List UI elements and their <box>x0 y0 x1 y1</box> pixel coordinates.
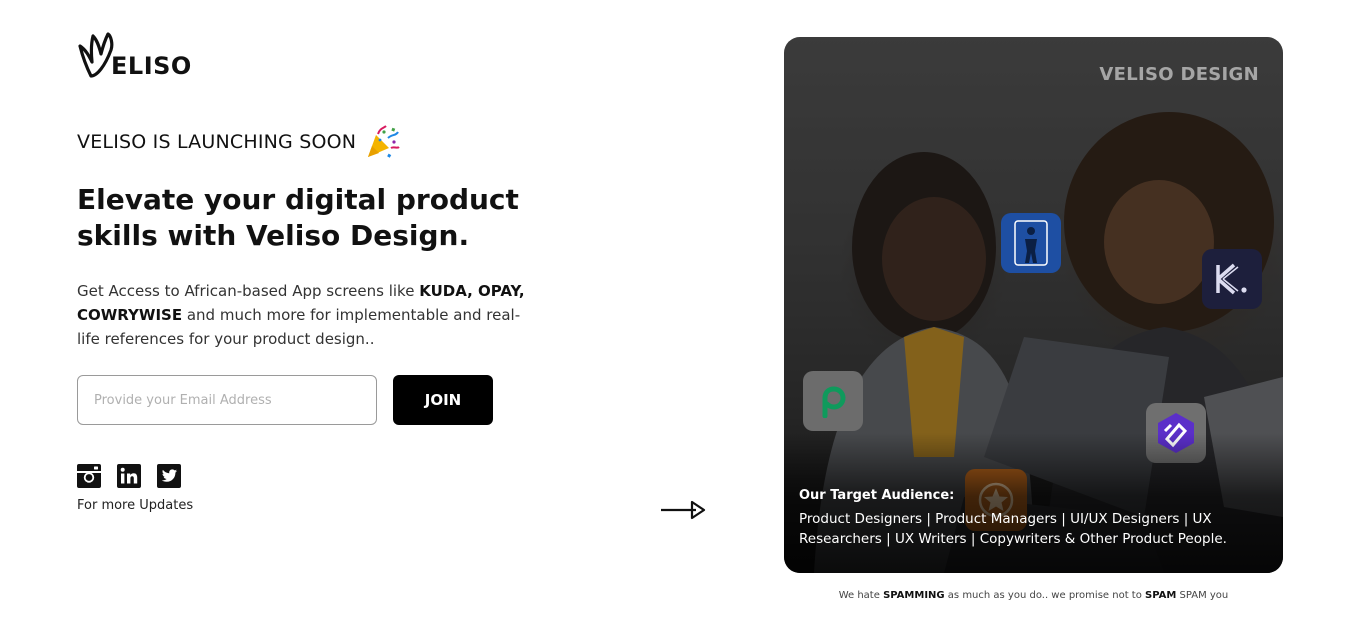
linkedin-icon[interactable] <box>117 464 141 488</box>
email-input[interactable] <box>77 375 377 425</box>
spam-note-bold1: SPAMMING <box>883 590 945 601</box>
spam-note-part2: as much as you do.. we promise not to <box>944 590 1146 601</box>
app-tile-silhouette <box>1001 213 1061 273</box>
veliso-logo[interactable]: ELISO <box>77 32 192 78</box>
spam-note-part1: We hate <box>838 590 884 601</box>
person-silhouette-icon <box>1014 220 1048 266</box>
brand-name: ELISO <box>111 52 192 80</box>
card-brand-mark: VELISO DESIGN <box>1099 64 1259 85</box>
description-prefix: Get Access to African-based App screens … <box>77 282 420 300</box>
app-tile-piggyvest <box>803 371 863 431</box>
app-tile-kuda <box>1202 249 1262 309</box>
audience-text: Product Designers | Product Managers | U… <box>799 511 1227 547</box>
audience-title: Our Target Audience: <box>799 488 955 503</box>
launch-banner: VELISO IS LAUNCHING SOON <box>77 124 400 160</box>
card-bottom-gradient <box>784 433 1283 573</box>
launch-text: VELISO IS LAUNCHING SOON <box>77 131 357 153</box>
p-logo-icon <box>822 386 846 418</box>
twitter-icon[interactable] <box>157 464 181 488</box>
social-caption: For more Updates <box>77 498 194 513</box>
page-headline: Elevate your digital product skills with… <box>77 183 519 252</box>
kuda-logo-icon <box>1216 263 1247 295</box>
social-links <box>77 464 181 488</box>
instagram-icon[interactable] <box>77 464 101 488</box>
promo-card: VELISO DESIGN Our Target Audience: Produ… <box>784 37 1283 573</box>
spam-note-part3: SPAM you <box>1176 590 1229 601</box>
spam-note: We hate SPAMMING as much as you do.. we … <box>784 590 1283 601</box>
join-button[interactable]: JOIN <box>393 375 493 425</box>
party-popper-icon <box>368 125 400 158</box>
page-description: Get Access to African-based App screens … <box>77 279 527 351</box>
spam-note-bold2: SPAM <box>1145 590 1177 601</box>
arrow-right-icon <box>661 500 706 520</box>
